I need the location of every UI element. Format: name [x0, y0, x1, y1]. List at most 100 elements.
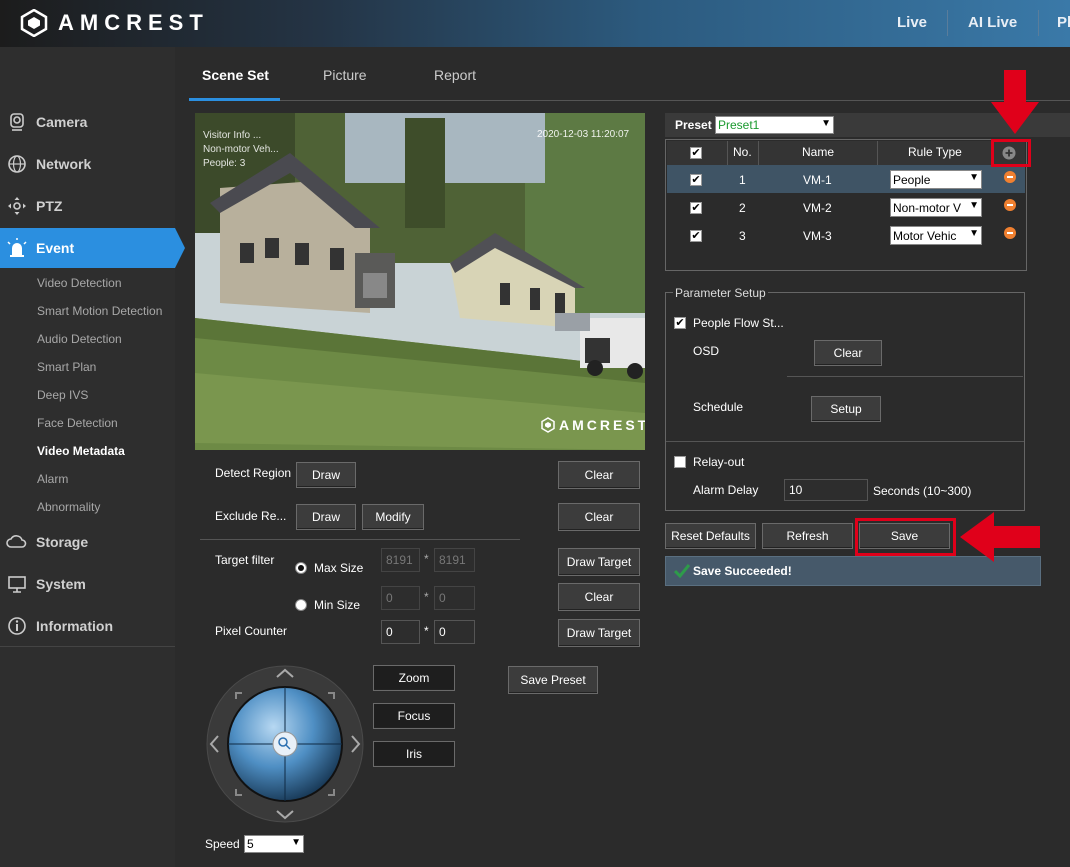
rule-name: VM-2: [803, 201, 832, 215]
pixel-counter-height-input[interactable]: 0: [434, 620, 475, 644]
draw-target-max-button[interactable]: Draw Target: [558, 548, 640, 576]
annotation-highlight-add: [991, 139, 1031, 167]
max-size-height-input[interactable]: 8191: [434, 548, 475, 572]
sidebar-sub-deep-ivs[interactable]: Deep IVS: [37, 388, 88, 402]
pixel-counter-width-input[interactable]: 0: [381, 620, 420, 644]
ptz-dial-icon: [206, 665, 364, 823]
exclude-region-draw-button[interactable]: Draw: [296, 504, 356, 530]
save-status-text: Save Succeeded!: [693, 564, 792, 578]
rule-type-select[interactable]: Non-motor V ▼: [890, 198, 982, 217]
nav-live[interactable]: Live: [897, 14, 927, 31]
size-separator: *: [424, 590, 429, 604]
sidebar-sub-face-detection[interactable]: Face Detection: [37, 416, 118, 430]
preset-select[interactable]: Preset1 ▼: [715, 116, 834, 134]
alarm-delay-unit: Seconds (10~300): [873, 484, 972, 498]
sidebar-sub-alarm[interactable]: Alarm: [37, 472, 68, 486]
detect-region-clear-button[interactable]: Clear: [558, 461, 640, 489]
refresh-button[interactable]: Refresh: [762, 523, 853, 549]
video-timestamp: 2020-12-03 11:20:07: [537, 129, 630, 140]
rule-name: VM-1: [803, 173, 832, 187]
annotation-arrow-left-icon: [960, 512, 1040, 562]
sidebar-item-event[interactable]: Event: [0, 228, 175, 268]
detect-region-draw-button[interactable]: Draw: [296, 462, 356, 488]
relay-out-checkbox[interactable]: ✔: [674, 456, 686, 468]
tab-picture[interactable]: Picture: [323, 67, 367, 83]
size-separator: *: [424, 552, 429, 566]
ptz-joystick[interactable]: [206, 665, 364, 823]
sidebar-sub-abnormality[interactable]: Abnormality: [37, 500, 100, 514]
exclude-region-modify-button[interactable]: Modify: [362, 504, 424, 530]
rule-row-checkbox[interactable]: ✔: [690, 202, 702, 214]
video-preview[interactable]: Visitor Info ... Non-motor Veh... People…: [195, 113, 645, 450]
max-size-radio[interactable]: [295, 562, 307, 574]
watermark-logo-icon: [541, 417, 555, 433]
tab-scene-set[interactable]: Scene Set: [202, 67, 269, 83]
brand-logo: AMCREST: [20, 9, 209, 37]
chevron-down-icon: ▼: [969, 228, 979, 239]
info-icon: [6, 615, 28, 637]
target-clear-button[interactable]: Clear: [558, 583, 640, 611]
min-size-height-input[interactable]: 0: [434, 586, 475, 610]
sidebar-sub-audio-detection[interactable]: Audio Detection: [37, 332, 122, 346]
pixel-counter-draw-target-button[interactable]: Draw Target: [558, 619, 640, 647]
focus-button[interactable]: Focus: [373, 703, 455, 729]
sidebar-sub-smart-motion-detection[interactable]: Smart Motion Detection: [37, 304, 162, 318]
sidebar-item-label: Network: [36, 156, 92, 172]
target-filter-label: Target filter: [215, 553, 275, 567]
rule-type-select[interactable]: People ▼: [890, 170, 982, 189]
video-watermark: AMCREST: [541, 417, 645, 433]
max-size-label: Max Size: [314, 561, 364, 575]
nav-divider: [1038, 10, 1039, 36]
sidebar-item-storage[interactable]: Storage: [0, 522, 175, 562]
schedule-label: Schedule: [693, 400, 744, 414]
max-size-width-input[interactable]: 8191: [381, 548, 420, 572]
delete-rule-icon[interactable]: [1004, 227, 1016, 239]
section-divider: [666, 441, 1024, 442]
tab-divider: [189, 100, 1070, 101]
sidebar-item-information[interactable]: Information: [0, 606, 175, 646]
people-flow-checkbox[interactable]: ✔: [674, 317, 686, 329]
sidebar-item-ptz[interactable]: PTZ: [0, 186, 175, 226]
exclude-region-clear-button[interactable]: Clear: [558, 503, 640, 531]
schedule-setup-button[interactable]: Setup: [811, 396, 881, 422]
rule-row-checkbox[interactable]: ✔: [690, 174, 702, 186]
pixel-counter-label: Pixel Counter: [215, 624, 288, 638]
iris-button[interactable]: Iris: [373, 741, 455, 767]
sidebar-sub-video-detection[interactable]: Video Detection: [37, 276, 122, 290]
reset-defaults-button[interactable]: Reset Defaults: [665, 523, 756, 549]
zoom-button[interactable]: Zoom: [373, 665, 455, 691]
save-preset-button[interactable]: Save Preset: [508, 666, 598, 694]
alarm-delay-input[interactable]: 10: [784, 479, 868, 501]
select-all-checkbox[interactable]: ✔: [690, 147, 702, 159]
delete-rule-icon[interactable]: [1004, 199, 1016, 211]
sidebar-item-camera[interactable]: Camera: [0, 102, 175, 142]
sidebar-item-label: Event: [36, 240, 75, 256]
rule-type-select[interactable]: Motor Vehic ▼: [890, 226, 982, 245]
rule-name: VM-3: [803, 229, 832, 243]
nav-playback[interactable]: Pl: [1057, 14, 1070, 31]
people-flow-label: People Flow St...: [693, 316, 784, 330]
min-size-width-input[interactable]: 0: [381, 586, 420, 610]
column-header-rule-type: Rule Type: [908, 145, 962, 159]
sidebar-sub-video-metadata[interactable]: Video Metadata: [37, 444, 125, 458]
camera-icon: [6, 111, 28, 133]
min-size-radio[interactable]: [295, 599, 307, 611]
amcrest-logo-icon: [20, 9, 48, 37]
top-bar: AMCREST Live AI Live Pl: [0, 0, 1070, 47]
delete-rule-icon[interactable]: [1004, 171, 1016, 183]
nav-ai-live[interactable]: AI Live: [968, 14, 1017, 31]
active-tab-underline: [189, 98, 280, 101]
annotation-arrow-down-icon: [991, 70, 1039, 134]
sidebar-item-label: Camera: [36, 114, 88, 130]
annotation-highlight-save: [855, 518, 956, 556]
preset-label: Preset: [675, 118, 712, 132]
sidebar-sub-smart-plan[interactable]: Smart Plan: [37, 360, 96, 374]
tab-report[interactable]: Report: [434, 67, 476, 83]
sidebar-item-system[interactable]: System: [0, 564, 175, 604]
speed-label: Speed: [205, 837, 240, 851]
sidebar-item-network[interactable]: Network: [0, 144, 175, 184]
osd-clear-button[interactable]: Clear: [814, 340, 882, 366]
rule-row-checkbox[interactable]: ✔: [690, 230, 702, 242]
speed-select[interactable]: 5 ▼: [244, 835, 304, 853]
ptz-icon: [6, 195, 28, 217]
